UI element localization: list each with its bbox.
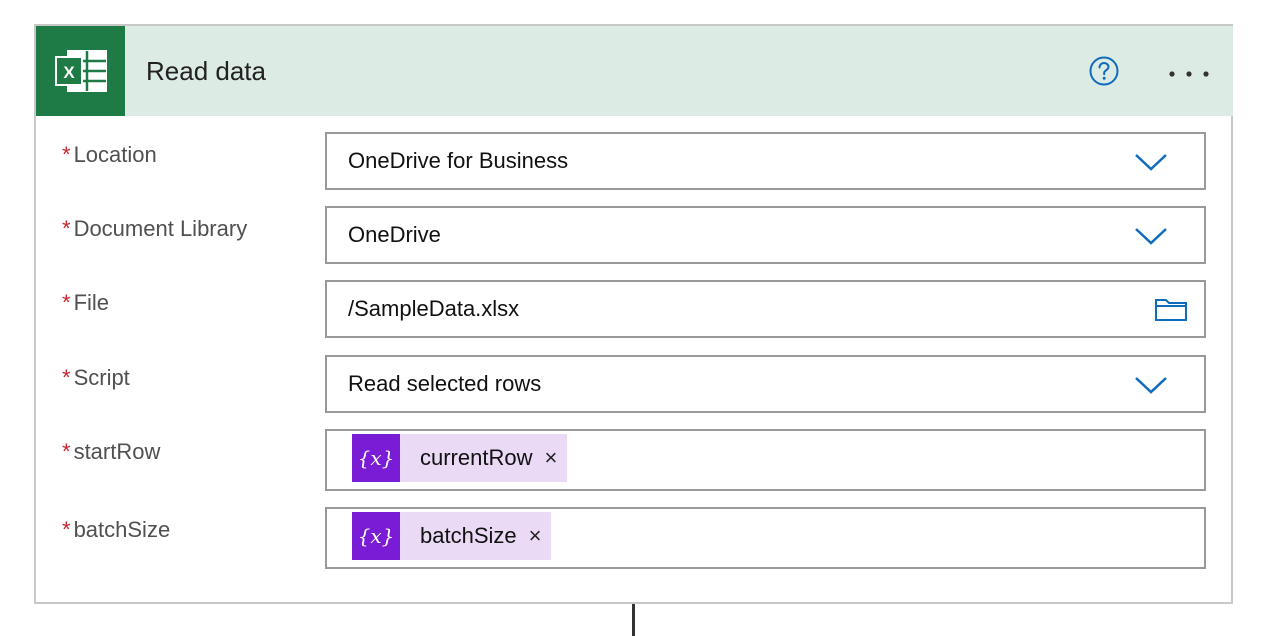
required-mark: * xyxy=(62,365,71,390)
flow-connector-line xyxy=(632,604,635,636)
file-row: * File /SampleData.xlsx xyxy=(36,280,1233,338)
batch-size-token[interactable]: {x} batchSize × xyxy=(352,512,552,560)
batch-size-row: * batchSize {x} batchSize × xyxy=(36,507,1233,569)
script-row: * Script Read selected rows xyxy=(36,355,1233,413)
location-value: OneDrive for Business xyxy=(348,148,569,173)
document-library-label-text: Document Library xyxy=(73,216,248,241)
chevron-down-icon[interactable] xyxy=(1134,226,1168,246)
close-icon[interactable]: × xyxy=(529,523,542,549)
current-row-token[interactable]: {x} currentRow × xyxy=(352,434,568,482)
batch-size-input[interactable]: {x} batchSize × xyxy=(325,507,1206,569)
excel-icon: X xyxy=(36,26,125,116)
token-label: currentRow xyxy=(420,445,533,470)
chevron-down-icon[interactable] xyxy=(1134,152,1168,172)
document-library-row: * Document Library OneDrive xyxy=(36,206,1233,264)
folder-icon[interactable] xyxy=(1154,296,1188,322)
file-value: /SampleData.xlsx xyxy=(348,296,520,321)
file-label-text: File xyxy=(73,290,110,315)
variable-icon: {x} xyxy=(352,512,400,560)
file-input[interactable]: /SampleData.xlsx xyxy=(325,280,1206,338)
start-row-label: * startRow xyxy=(62,439,160,465)
location-dropdown[interactable]: OneDrive for Business xyxy=(325,132,1206,190)
required-mark: * xyxy=(62,290,71,315)
script-label: * Script xyxy=(62,365,130,391)
start-row-label-text: startRow xyxy=(73,439,161,464)
action-title: Read data xyxy=(146,56,266,86)
batch-size-label: * batchSize xyxy=(62,517,170,543)
action-header[interactable]: X Read data xyxy=(36,26,1233,116)
more-dots-icon[interactable] xyxy=(1168,66,1210,77)
script-dropdown[interactable]: Read selected rows xyxy=(325,355,1206,413)
file-label: * File xyxy=(62,290,109,316)
required-mark: * xyxy=(62,439,71,464)
chevron-down-icon[interactable] xyxy=(1134,375,1168,395)
script-label-text: Script xyxy=(73,365,130,390)
read-data-action-card: X Read data * Location OneDrive for Busin… xyxy=(34,24,1233,604)
help-circle-icon[interactable] xyxy=(1089,56,1119,86)
document-library-value: OneDrive xyxy=(348,222,441,247)
start-row-row: * startRow {x} currentRow × xyxy=(36,429,1233,491)
required-mark: * xyxy=(62,517,71,542)
required-mark: * xyxy=(62,216,71,241)
batch-size-label-text: batchSize xyxy=(73,517,171,542)
token-label: batchSize xyxy=(420,523,517,548)
svg-text:X: X xyxy=(63,63,75,82)
location-label-text: Location xyxy=(73,142,157,167)
variable-icon: {x} xyxy=(352,434,400,482)
location-row: * Location OneDrive for Business xyxy=(36,132,1233,190)
document-library-dropdown[interactable]: OneDrive xyxy=(325,206,1206,264)
start-row-input[interactable]: {x} currentRow × xyxy=(325,429,1206,491)
script-value: Read selected rows xyxy=(348,371,542,396)
document-library-label: * Document Library xyxy=(62,216,247,242)
close-icon[interactable]: × xyxy=(544,445,557,471)
required-mark: * xyxy=(62,142,71,167)
location-label: * Location xyxy=(62,142,157,168)
